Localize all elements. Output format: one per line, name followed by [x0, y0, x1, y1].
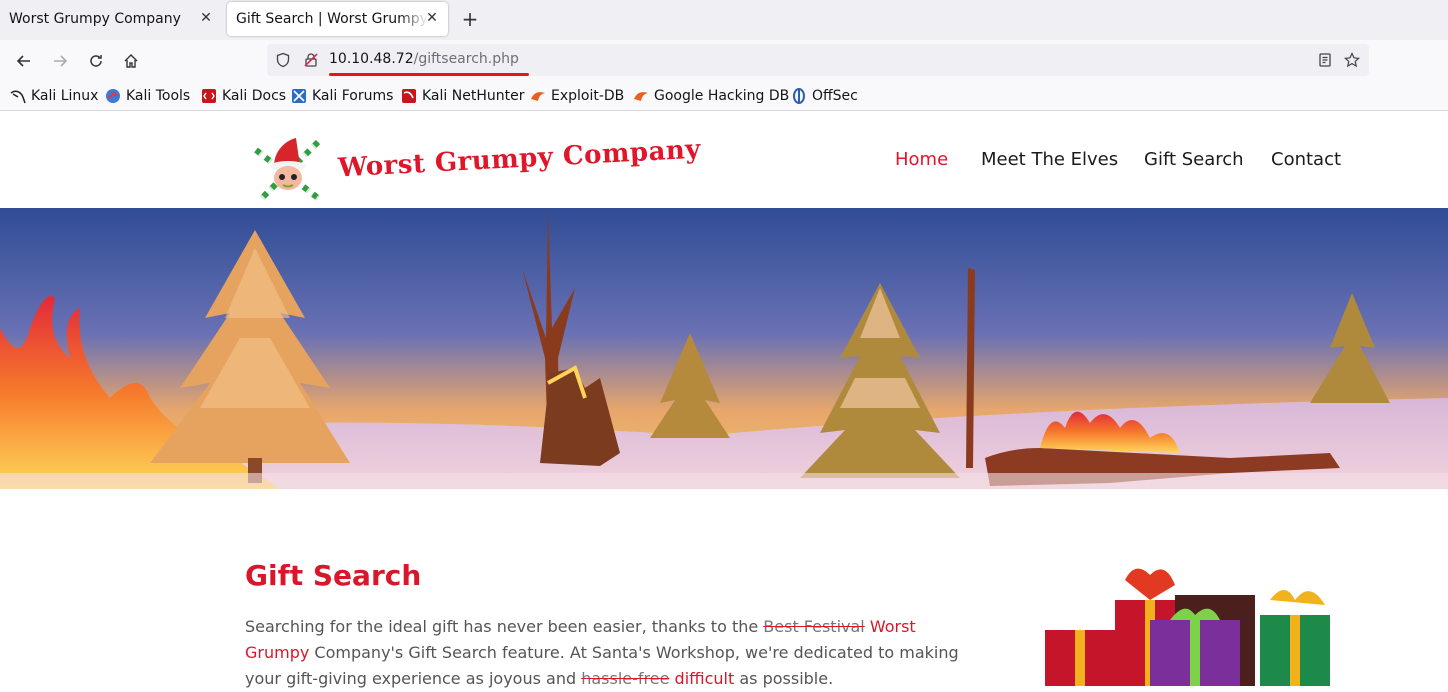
bookmark-star-icon[interactable] — [1344, 52, 1360, 72]
bookmark-label: Kali Forums — [312, 88, 394, 104]
offsec-icon — [793, 88, 805, 104]
hero-banner — [0, 208, 1448, 489]
insecure-lock-icon[interactable] — [303, 52, 319, 72]
url-text[interactable]: 10.10.48.72/giftsearch.php — [329, 51, 519, 67]
kali-dragon-icon — [10, 90, 26, 104]
home-icon[interactable] — [118, 48, 144, 74]
bookmark-kali-docs[interactable]: Kali Docs — [201, 87, 286, 105]
bookmark-kali-nethunter[interactable]: Kali NetHunter — [401, 87, 524, 105]
bookmark-kali-forums[interactable]: Kali Forums — [291, 87, 393, 105]
bookmark-google-hacking-db[interactable]: Google Hacking DB — [633, 87, 789, 105]
nav-gift-search[interactable]: Gift Search — [1144, 149, 1244, 170]
highlight-text-2: difficult — [674, 669, 735, 688]
bookmark-label: Exploit-DB — [551, 88, 625, 104]
bookmark-label: Kali NetHunter — [422, 88, 525, 104]
tab-title: Worst Grumpy Company — [9, 11, 181, 27]
gift-search-heading: Gift Search — [245, 559, 422, 592]
bookmark-kali-linux[interactable]: Kali Linux — [10, 87, 98, 105]
close-tab-icon[interactable]: ✕ — [424, 10, 440, 26]
kali-forums-icon — [292, 89, 306, 103]
google-hacking-db-icon — [634, 92, 648, 101]
site-logo[interactable]: Worst Grumpy Company — [250, 132, 702, 202]
brand-name: Worst Grumpy Company — [337, 134, 702, 184]
url-path: /giftsearch.php — [413, 51, 519, 67]
url-host: 10.10.48.72 — [329, 51, 414, 67]
bookmark-label: Kali Linux — [31, 88, 99, 104]
nav-home[interactable]: Home — [895, 149, 948, 170]
shield-icon[interactable] — [275, 52, 291, 72]
new-tab-icon[interactable]: + — [458, 8, 482, 32]
elf-mascot-icon — [254, 138, 321, 201]
tab-gift-search[interactable]: Gift Search | Worst Grumpy Company ✕ — [227, 2, 448, 36]
bookmark-offsec[interactable]: OffSec — [791, 87, 858, 105]
bookmark-label: Google Hacking DB — [654, 88, 790, 104]
strikethrough-text-2: hassle-free — [581, 669, 670, 688]
bookmarks-toolbar: Kali Linux Kali Tools Kali Docs Kali For… — [0, 81, 1448, 111]
bookmark-kali-tools[interactable]: Kali Tools — [105, 87, 190, 105]
tab-bar: Worst Grumpy Company ✕ Gift Search | Wor… — [0, 0, 1448, 40]
url-highlight-underline — [329, 73, 529, 76]
url-bar[interactable]: 10.10.48.72/giftsearch.php — [267, 44, 1369, 76]
kali-nethunter-icon — [402, 89, 416, 103]
bookmark-label: OffSec — [812, 88, 858, 104]
bookmark-label: Kali Tools — [126, 88, 191, 104]
back-arrow-icon[interactable] — [11, 48, 37, 74]
kali-docs-icon — [202, 89, 216, 103]
tab-title: Gift Search | Worst Grumpy Company — [236, 11, 428, 27]
strikethrough-text-1: Best Festival — [763, 617, 865, 636]
intro-text-1: Searching for the ideal gift has never b… — [245, 617, 764, 636]
exploit-db-icon — [531, 92, 545, 101]
bookmark-label: Kali Docs — [222, 88, 287, 104]
forward-arrow-icon[interactable] — [47, 48, 73, 74]
burning-forest-illustration — [0, 208, 1448, 489]
kali-tools-icon — [106, 89, 120, 103]
close-tab-icon[interactable]: ✕ — [198, 10, 214, 26]
bookmark-exploit-db[interactable]: Exploit-DB — [530, 87, 624, 105]
reader-view-icon[interactable] — [1317, 52, 1333, 72]
intro-text-3: as possible. — [734, 669, 834, 688]
reload-icon[interactable] — [83, 48, 109, 74]
gift-boxes-illustration — [1045, 568, 1330, 686]
nav-meet-the-elves[interactable]: Meet The Elves — [981, 149, 1118, 170]
site-header: Worst Grumpy Company Home Meet The Elves… — [0, 112, 1448, 208]
tab-worst-grumpy-company[interactable]: Worst Grumpy Company ✕ — [0, 2, 222, 36]
gift-search-intro: Searching for the ideal gift has never b… — [245, 614, 985, 692]
nav-contact[interactable]: Contact — [1271, 149, 1341, 170]
navigation-toolbar: 10.10.48.72/giftsearch.php — [0, 40, 1448, 81]
